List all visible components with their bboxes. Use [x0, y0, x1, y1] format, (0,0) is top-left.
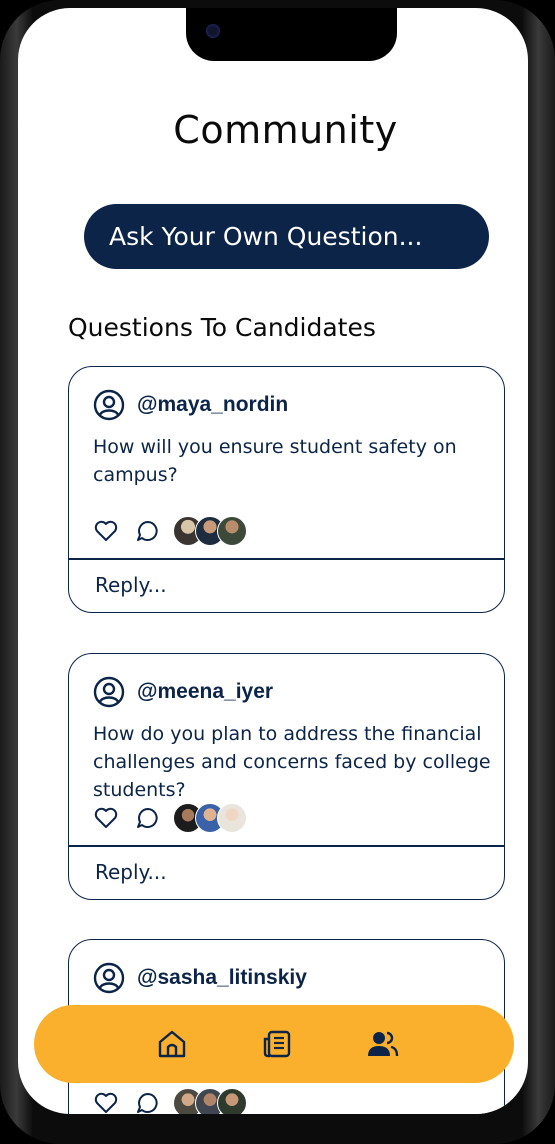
heart-icon[interactable]	[93, 518, 119, 544]
card-actions	[93, 516, 247, 546]
home-icon[interactable]	[155, 1027, 189, 1061]
question-card: @maya_nordin How will you ensure student…	[68, 366, 505, 613]
divider	[69, 845, 504, 847]
reply-input[interactable]: Reply...	[95, 860, 167, 884]
community-icon[interactable]	[366, 1027, 400, 1061]
username[interactable]: @maya_nordin	[137, 393, 288, 417]
user-circle-icon	[93, 389, 125, 421]
question-text: How do you plan to address the financial…	[93, 723, 491, 801]
user-circle-icon	[93, 962, 125, 994]
divider	[69, 558, 504, 560]
card-user: @meena_iyer	[93, 676, 273, 708]
heart-icon[interactable]	[93, 1090, 119, 1114]
question-card: @meena_iyer How do you plan to address t…	[68, 653, 505, 900]
avatar	[217, 516, 247, 546]
card-actions	[93, 803, 247, 833]
front-camera	[206, 24, 220, 38]
bottom-nav	[34, 1005, 514, 1083]
avatar	[217, 1088, 247, 1114]
participant-avatars	[173, 803, 247, 833]
card-user: @maya_nordin	[93, 389, 288, 421]
section-title: Questions To Candidates	[68, 313, 376, 342]
newspaper-icon[interactable]	[260, 1027, 294, 1061]
participant-avatars	[173, 516, 247, 546]
app-screen: Community Ask Your Own Question... Quest…	[18, 8, 528, 1114]
question-text: How will you ensure student safety on ca…	[93, 436, 457, 486]
card-user: @sasha_litinskiy	[93, 962, 307, 994]
username[interactable]: @sasha_litinskiy	[137, 966, 307, 990]
ask-question-button[interactable]: Ask Your Own Question...	[84, 204, 489, 269]
heart-icon[interactable]	[93, 805, 119, 831]
comment-icon[interactable]	[135, 1090, 161, 1114]
participant-avatars	[173, 1088, 247, 1114]
avatar	[217, 803, 247, 833]
card-actions	[93, 1088, 247, 1114]
reply-input[interactable]: Reply...	[95, 573, 167, 597]
page-title: Community	[173, 108, 398, 152]
user-circle-icon	[93, 676, 125, 708]
comment-icon[interactable]	[135, 805, 161, 831]
username[interactable]: @meena_iyer	[137, 680, 273, 704]
comment-icon[interactable]	[135, 518, 161, 544]
